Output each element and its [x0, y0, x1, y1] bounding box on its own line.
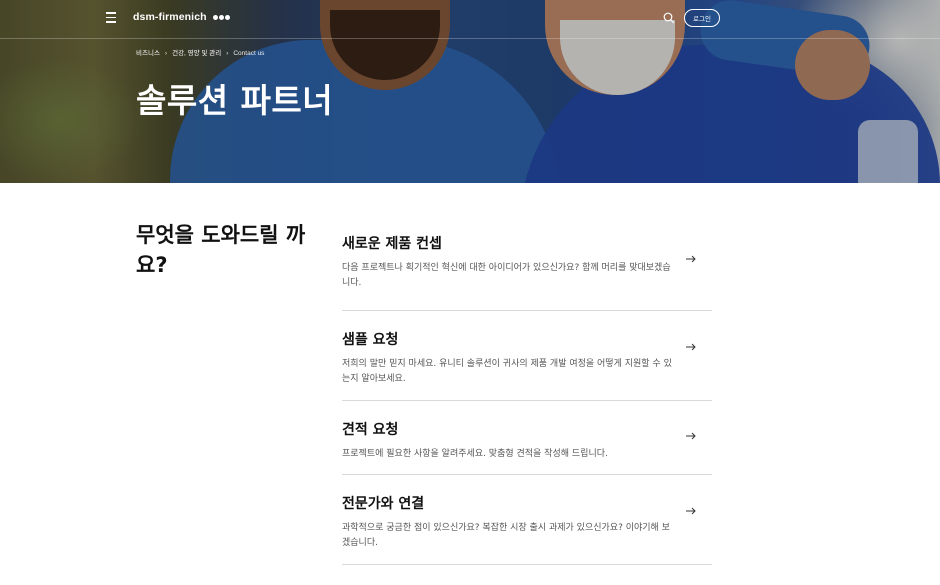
- option-title: 전문가와 연결: [342, 496, 425, 512]
- arrow-right-icon[interactable]: [686, 432, 696, 440]
- breadcrumb-current: Contact us: [233, 50, 265, 57]
- logo-dots-icon: [212, 11, 231, 23]
- option-title: 새로운 제품 컨셉: [342, 236, 442, 252]
- login-button[interactable]: 로그인: [684, 9, 720, 27]
- option-description: 저희의 말만 믿지 마세요. 유니티 솔루션이 귀사의 제품 개발 여정을 어떻…: [342, 359, 672, 384]
- arrow-right-icon[interactable]: [686, 343, 696, 351]
- chevron-right-icon: ›: [164, 50, 168, 57]
- logo-text: dsm-firmenich: [133, 11, 207, 23]
- option-sample-request[interactable]: 샘플 요청 저희의 말만 믿지 마세요. 유니티 솔루션이 귀사의 제품 개발 …: [342, 311, 712, 401]
- contact-options-list: 새로운 제품 컨셉 다음 프로젝트나 획기적인 혁신에 대한 아이디어가 있으신…: [342, 215, 712, 565]
- breadcrumb-item[interactable]: 비즈니스: [136, 50, 160, 57]
- option-title: 견적 요청: [342, 422, 399, 438]
- option-title: 샘플 요청: [342, 332, 399, 348]
- breadcrumb-item[interactable]: 건강, 영양 및 관리: [172, 50, 221, 57]
- page-title: 솔루션 파트너: [136, 81, 334, 120]
- option-description: 다음 프로젝트나 획기적인 혁신에 대한 아이디어가 있으신가요? 함께 머리를…: [342, 263, 671, 288]
- brand-logo[interactable]: dsm-firmenich: [133, 11, 231, 23]
- hamburger-menu-icon[interactable]: [106, 12, 116, 23]
- option-new-product-concept[interactable]: 새로운 제품 컨셉 다음 프로젝트나 획기적인 혁신에 대한 아이디어가 있으신…: [342, 215, 712, 311]
- arrow-right-icon[interactable]: [686, 507, 696, 515]
- option-connect-expert[interactable]: 전문가와 연결 과학적으로 궁금한 점이 있으신가요? 복잡한 시장 출시 과제…: [342, 475, 712, 565]
- option-description: 과학적으로 궁금한 점이 있으신가요? 복잡한 시장 출시 과제가 있으신가요?…: [342, 523, 670, 548]
- search-icon[interactable]: [663, 12, 675, 24]
- arrow-right-icon[interactable]: [686, 255, 696, 263]
- breadcrumb: 비즈니스 › 건강, 영양 및 관리 › Contact us: [136, 47, 264, 57]
- help-heading: 무엇을 도와드릴 까요?: [136, 223, 306, 277]
- chevron-right-icon: ›: [226, 50, 229, 57]
- main-content: 무엇을 도와드릴 까요? 새로운 제품 컨셉 다음 프로젝트나 획기적인 혁신에…: [0, 183, 940, 585]
- option-quote-request[interactable]: 견적 요청 프로젝트에 필요한 사항을 알려주세요. 맞춤형 견적을 작성해 드…: [342, 401, 712, 475]
- hero-banner: dsm-firmenich 로그인 비즈니스 › 건강, 영양 및 관리 › Conta…: [0, 0, 940, 183]
- top-navigation-bar: dsm-firmenich 로그인: [0, 0, 940, 39]
- option-description: 프로젝트에 필요한 사항을 알려주세요. 맞춤형 견적을 작성해 드립니다.: [342, 449, 608, 459]
